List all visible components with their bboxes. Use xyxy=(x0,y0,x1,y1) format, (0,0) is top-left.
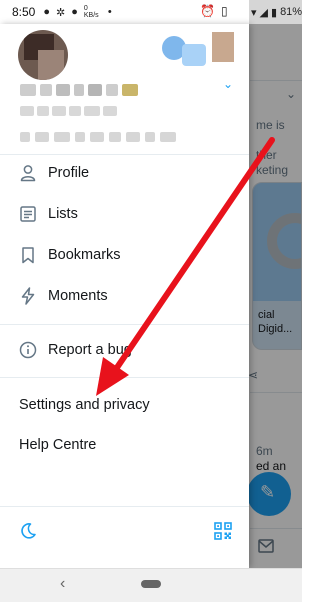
network-speed: 0 KB/s xyxy=(83,5,99,19)
info-icon xyxy=(18,340,38,360)
gear-icon: ✲ xyxy=(56,6,66,19)
help-centre-link[interactable]: Help Centre xyxy=(19,437,96,453)
alarm-icon: ⏰ xyxy=(200,4,215,18)
battery-icon: ▮ xyxy=(271,6,278,19)
navigation-drawer: ⌄ Profile Lists Bookmarks Moments Report… xyxy=(0,24,249,568)
settings-and-privacy-link[interactable]: Settings and privacy xyxy=(19,397,150,413)
other-account-avatar[interactable] xyxy=(212,32,234,62)
bookmark-icon xyxy=(18,245,38,265)
clock: 8:50 xyxy=(12,5,36,19)
account-switcher[interactable] xyxy=(160,30,240,72)
menu-item-bookmarks[interactable]: Bookmarks xyxy=(0,235,249,275)
lists-icon xyxy=(18,204,38,224)
avatar[interactable] xyxy=(18,30,68,80)
display-name-redacted xyxy=(20,80,160,100)
dot-icon: • xyxy=(107,6,112,18)
vibrate-icon: ▯ xyxy=(220,4,228,18)
battery-level: 81% xyxy=(280,6,303,18)
menu-item-moments[interactable]: Moments xyxy=(0,276,249,316)
divider xyxy=(0,324,249,325)
menu-label: Profile xyxy=(48,165,90,181)
chevron-down-icon[interactable]: ⌄ xyxy=(220,76,236,92)
back-icon[interactable]: ‹ xyxy=(60,575,65,593)
drawer-footer xyxy=(0,506,249,554)
menu-item-report-bug[interactable]: Report a bug xyxy=(0,330,249,370)
follow-counts-redacted xyxy=(20,132,216,144)
lightning-icon xyxy=(18,286,38,306)
circle-icon: ● xyxy=(43,6,51,18)
menu-label: Lists xyxy=(48,206,78,222)
person-icon xyxy=(18,163,38,183)
menu-label: Report a bug xyxy=(48,342,132,358)
circle-icon: ● xyxy=(71,6,78,18)
wifi-icon: ▾ xyxy=(251,6,257,19)
signal-icon: ◢ xyxy=(259,6,268,19)
menu-item-profile[interactable]: Profile xyxy=(0,153,249,193)
qr-code-icon[interactable] xyxy=(214,522,232,540)
menu-item-lists[interactable]: Lists xyxy=(0,194,249,234)
menu-label: Moments xyxy=(48,288,108,304)
divider xyxy=(0,377,249,378)
menu-label: Bookmarks xyxy=(48,247,121,263)
night-mode-icon[interactable] xyxy=(18,521,38,541)
status-bar-right: ▾ ◢ ▮ 81% xyxy=(249,0,302,24)
system-navigation-bar: ‹ xyxy=(0,568,302,602)
username-redacted xyxy=(20,106,140,118)
home-button[interactable] xyxy=(141,580,161,588)
